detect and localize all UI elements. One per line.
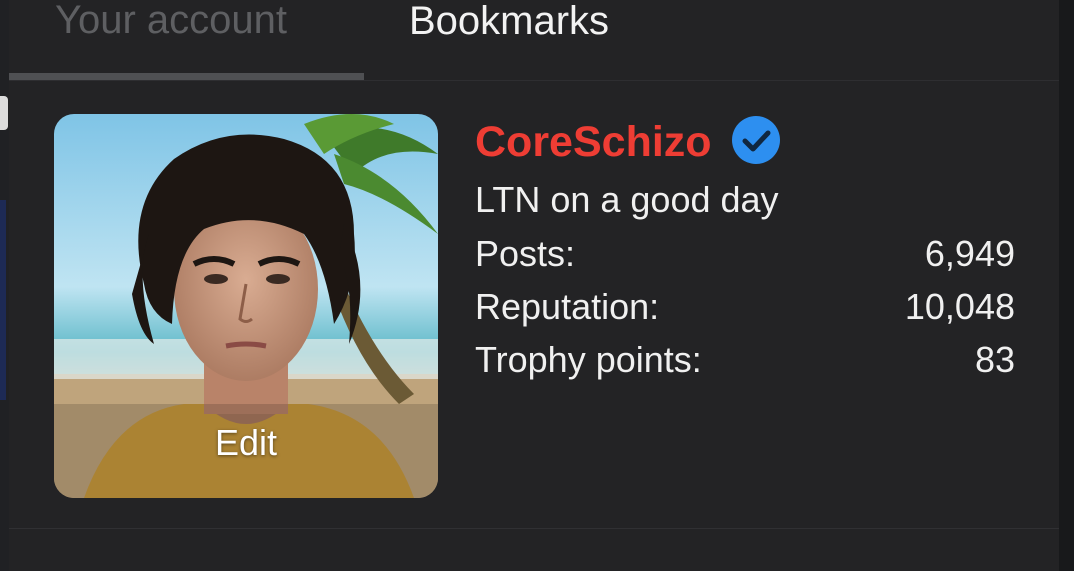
stat-label: Reputation: [475, 286, 660, 327]
stat-row-reputation: Reputation: 10,048 [475, 280, 1015, 333]
avatar[interactable]: Edit [54, 114, 438, 498]
stat-row-posts: Posts: 6,949 [475, 227, 1015, 280]
tab-label: Bookmarks [409, 0, 610, 43]
profile-info: CoreSchizo LTN on a good day Posts: 6,94… [475, 111, 1015, 386]
user-title: LTN on a good day [475, 179, 779, 220]
stat-value[interactable]: 10,048 [905, 280, 1015, 333]
background-page-edge [0, 96, 8, 130]
stat-row-trophy-points: Trophy points: 83 [475, 333, 1015, 386]
check-badge-icon [731, 116, 780, 164]
username-link[interactable]: CoreSchizo [475, 111, 712, 173]
stat-label: Trophy points: [475, 339, 702, 380]
account-tabs: Your account Bookmarks [9, 0, 1059, 81]
tab-label: Your account [55, 0, 288, 42]
account-menu-panel: Your account Bookmarks Edit CoreSchizo L… [9, 0, 1059, 571]
avatar-edit-label: Edit [214, 422, 278, 463]
page: Your account Bookmarks Edit CoreSchizo L… [0, 0, 1074, 571]
profile-card: Edit CoreSchizo LTN on a good day Posts:… [9, 81, 1059, 529]
background-page-edge [0, 200, 6, 400]
stat-value[interactable]: 83 [975, 333, 1015, 386]
tab-your-account[interactable]: Your account [9, 0, 364, 80]
stat-value[interactable]: 6,949 [925, 227, 1015, 280]
stat-label: Posts: [475, 233, 576, 274]
username-row: CoreSchizo [475, 111, 1015, 173]
